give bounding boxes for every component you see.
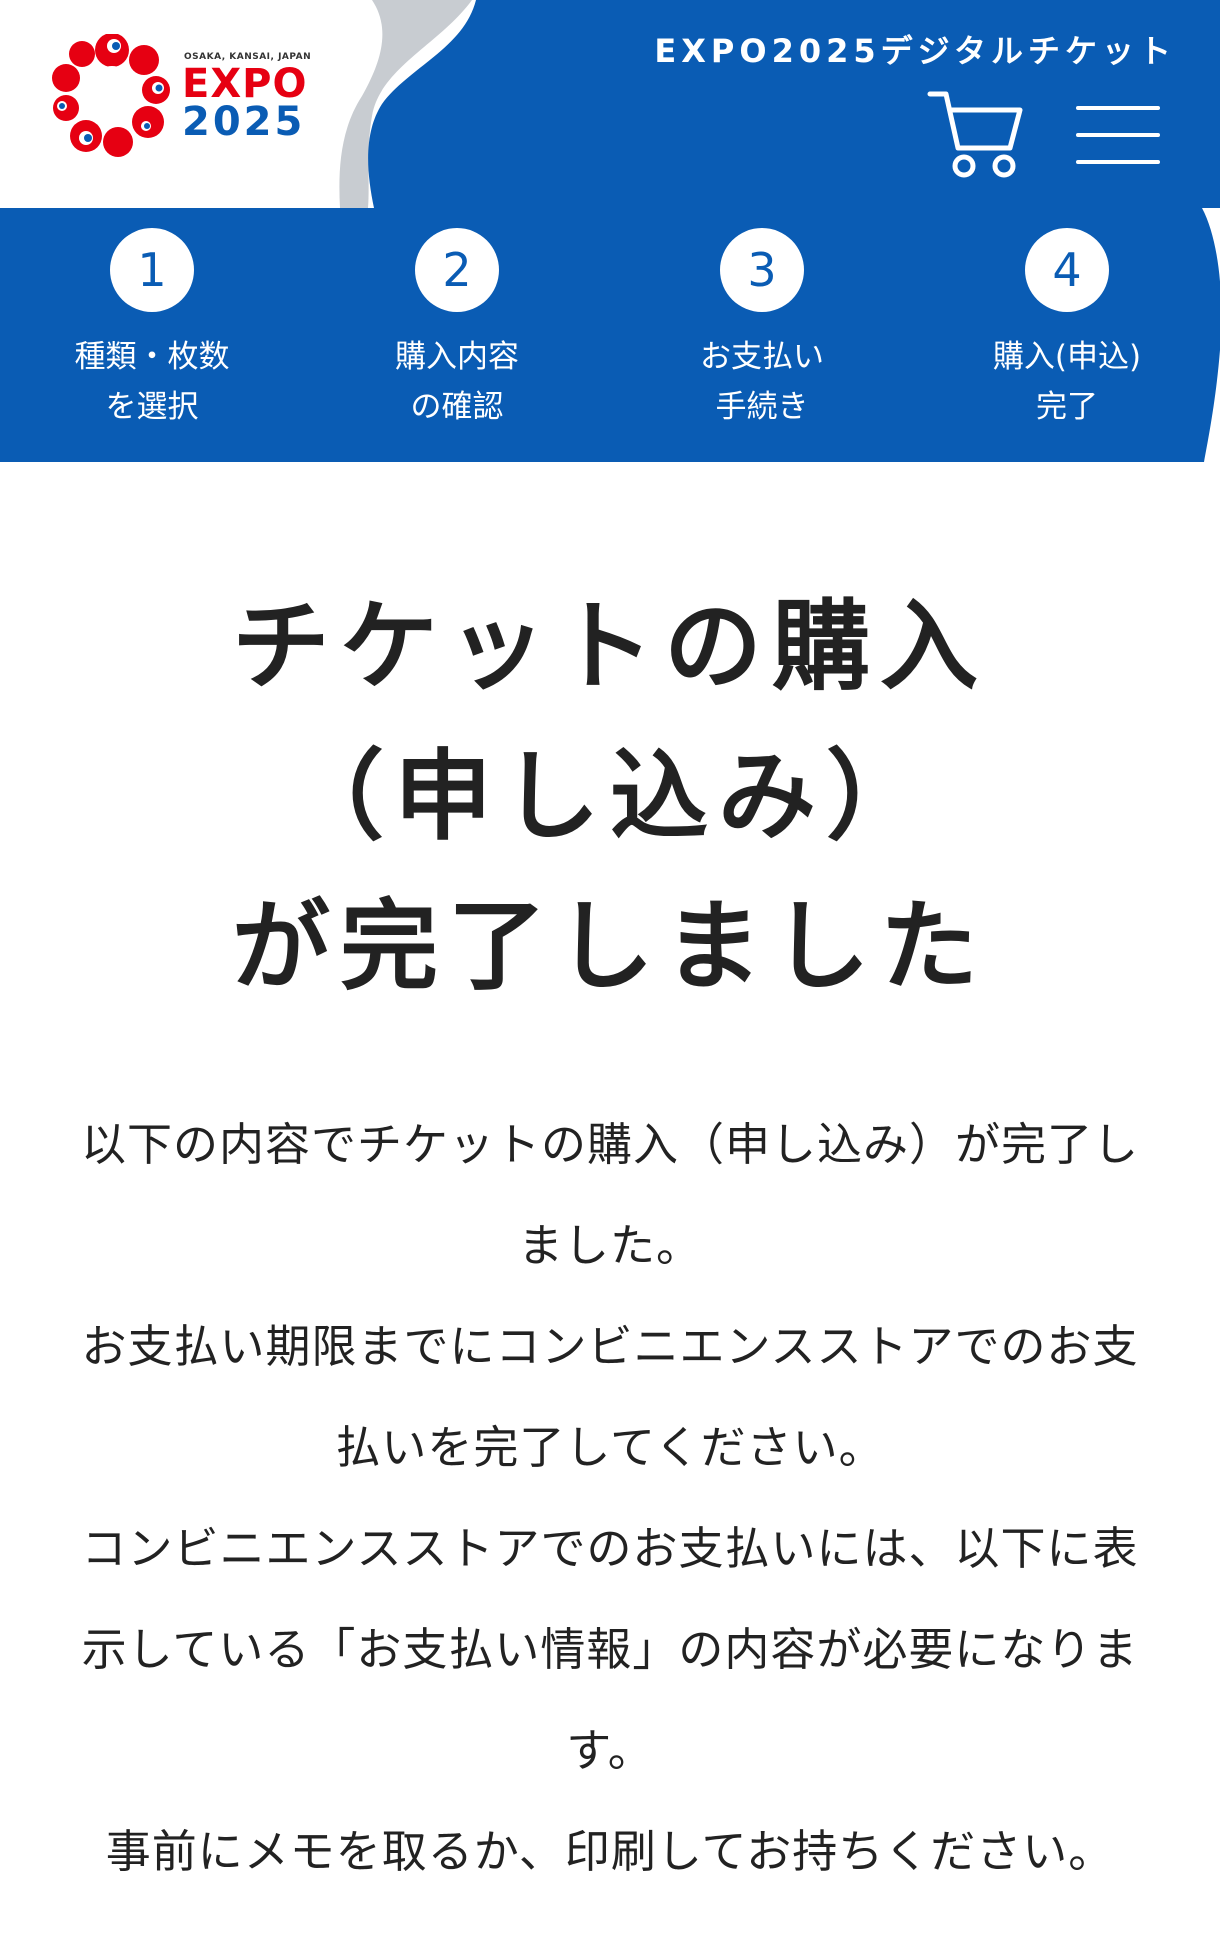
site-header: OSAKA, KANSAI, JAPAN EXPO 2025 EXPO2025デ… <box>0 0 1220 208</box>
site-title: EXPO2025デジタルチケット <box>654 32 1176 70</box>
step-label-line: 購入(申込) <box>992 339 1142 375</box>
page-title-line: が完了しました <box>231 890 988 1004</box>
step-label-line: 購入内容 <box>395 339 519 375</box>
step-3: 3 お支払い 手続き <box>632 228 892 432</box>
purchase-steps-bar: 1 種類・枚数 を選択 2 購入内容 の確認 3 お支払い 手続き 4 購入(申… <box>0 208 1220 462</box>
step-label-4: 購入(申込) 完了 <box>937 332 1197 432</box>
expo2025-logo[interactable]: OSAKA, KANSAI, JAPAN EXPO 2025 <box>52 34 312 164</box>
myaku-myaku-emblem-icon <box>52 34 170 157</box>
message-paragraph: 以下の内容でチケットの購入（申し込み）が完了しました。 <box>80 1118 1139 1272</box>
message-paragraph: お支払い期限までにコンビニエンスストアでのお支払いを完了してください。 <box>81 1320 1139 1474</box>
step-label-line: お支払い <box>700 339 824 375</box>
step-1: 1 種類・枚数 を選択 <box>22 228 282 432</box>
completion-message: 以下の内容でチケットの購入（申し込み）が完了しました。 お支払い期限までにコンビ… <box>75 1094 1145 1902</box>
step-label-1: 種類・枚数 を選択 <box>22 332 282 432</box>
step-label-3: お支払い 手続き <box>632 332 892 432</box>
step-number-1: 1 <box>110 228 194 312</box>
step-label-line: 種類・枚数 <box>74 339 230 375</box>
message-paragraph: コンビニエンスストアでのお支払いには、以下に表示している「お支払い情報」の内容が… <box>81 1522 1139 1777</box>
step-2: 2 購入内容 の確認 <box>327 228 587 432</box>
step-label-2: 購入内容 の確認 <box>327 332 587 432</box>
page-title-line: チケットの購入 <box>231 590 988 704</box>
step-number-2: 2 <box>415 228 499 312</box>
step-label-line: 完了 <box>1036 389 1098 425</box>
step-number-4: 4 <box>1025 228 1109 312</box>
page-title: チケットの購入 （申し込み） が完了しました <box>0 572 1220 1022</box>
hamburger-menu-button[interactable] <box>1074 104 1162 166</box>
step-number-3: 3 <box>720 228 804 312</box>
logo-year-text: 2025 <box>182 99 306 145</box>
message-paragraph: 事前にメモを取るか、印刷してお持ちください。 <box>105 1825 1115 1878</box>
step-label-line: を選択 <box>105 389 199 425</box>
cart-button[interactable] <box>924 86 1024 180</box>
cart-icon <box>927 91 1023 178</box>
step-4: 4 購入(申込) 完了 <box>937 228 1197 432</box>
main-content: チケットの購入 （申し込み） が完了しました 以下の内容でチケットの購入（申し込… <box>0 462 1220 1902</box>
page-title-line: （申し込み） <box>285 740 934 854</box>
step-label-line: 手続き <box>715 389 809 425</box>
step-label-line: の確認 <box>410 389 504 425</box>
